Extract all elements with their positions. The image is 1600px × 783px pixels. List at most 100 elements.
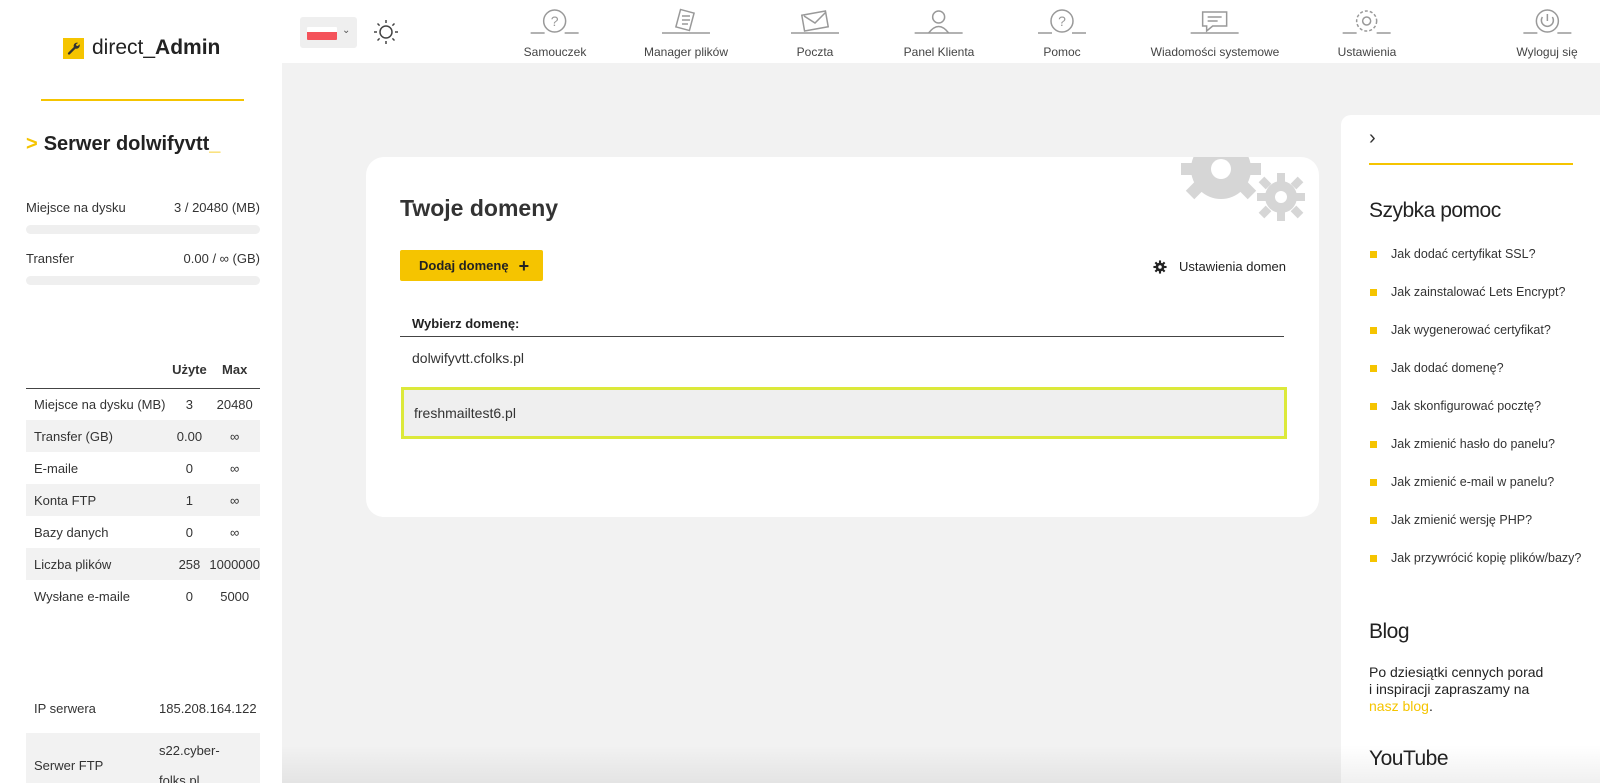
list-item[interactable]: Jak zainstalować Lets Encrypt?	[1369, 285, 1581, 323]
domains-card: Twoje domeny Dodaj domenę + Ustawienia d…	[366, 157, 1319, 517]
help-link[interactable]: Jak dodać certyfikat SSL?	[1391, 247, 1536, 261]
server-info-table: IP serwera 185.208.164.122 Serwer FTP s2…	[26, 700, 260, 783]
nav-client-panel[interactable]: Panel Klienta	[904, 8, 974, 59]
nav-mail[interactable]: Poczta	[787, 8, 843, 59]
help-link[interactable]: Jak skonfigurować pocztę?	[1391, 399, 1541, 413]
add-domain-button[interactable]: Dodaj domenę +	[400, 250, 544, 281]
blog-text-line2: i inspiracji zapraszamy na	[1369, 681, 1530, 697]
transfer-stat: Transfer 0.00 / ∞ (GB)	[26, 251, 260, 285]
bullet-icon	[1370, 403, 1377, 410]
usage-used: 258	[169, 548, 210, 580]
table-row: Konta FTP 1 ∞	[26, 484, 260, 516]
usage-label: Transfer (GB)	[26, 420, 170, 452]
gear-icon	[1153, 259, 1167, 274]
nav-help[interactable]: ? Pomoc	[1034, 8, 1090, 59]
poland-flag-icon	[307, 27, 337, 40]
usage-used: 0	[185, 524, 194, 540]
list-item[interactable]: Jak dodać domenę?	[1369, 361, 1581, 399]
help-link[interactable]: Jak dodać domenę?	[1391, 361, 1504, 375]
server-ip-value: 185.208.164.122	[159, 700, 257, 716]
list-item[interactable]: freshmailtest6.pl	[401, 387, 1287, 439]
table-row: Transfer (GB) 0.00 ∞	[26, 420, 260, 452]
nav-help-label: Pomoc	[1043, 45, 1081, 59]
list-item[interactable]: Jak dodać certyfikat SSL?	[1369, 247, 1581, 285]
usage-max: ∞	[209, 420, 260, 452]
blog-text: Po dziesiątki cennych porad i inspiracji…	[1369, 664, 1594, 715]
list-item[interactable]: Jak zmienić e-mail w panelu?	[1369, 475, 1581, 513]
gears-icon	[1181, 157, 1305, 221]
blog-text-suffix: .	[1428, 698, 1433, 714]
theme-toggle-sun-icon[interactable]	[372, 18, 400, 46]
disk-stat-value: 3 / 20480 (MB)	[174, 200, 260, 215]
svg-text:?: ?	[1058, 13, 1066, 29]
usage-used: 1	[169, 484, 210, 516]
client-panel-icon	[915, 10, 963, 34]
help-link[interactable]: Jak zainstalować Lets Encrypt?	[1391, 285, 1565, 299]
chevron-down-icon: ⌄	[342, 25, 351, 36]
usage-label: Liczba plików	[26, 548, 170, 580]
usage-used: 0	[185, 588, 194, 604]
usage-used: 0	[185, 460, 194, 476]
panel-collapse-chevron-icon[interactable]: ›	[1369, 127, 1376, 150]
domain-settings-label: Ustawienia domen	[1179, 259, 1286, 274]
server-cursor: _	[209, 133, 221, 155]
help-link[interactable]: Jak zmienić e-mail w panelu?	[1391, 475, 1554, 489]
nav-system-messages[interactable]: Wiadomości systemowe	[1151, 8, 1279, 59]
server-arrow-icon: >	[26, 133, 38, 155]
domain-settings-link[interactable]: Ustawienia domen	[1153, 259, 1286, 274]
usage-label: Konta FTP	[26, 484, 170, 516]
system-messages-icon	[1190, 11, 1239, 34]
nav-settings[interactable]: Ustawienia	[1337, 8, 1397, 59]
usage-label: E-maile	[34, 460, 79, 476]
help-link[interactable]: Jak wygenerować certyfikat?	[1391, 323, 1551, 337]
list-item[interactable]: Jak wygenerować certyfikat?	[1369, 323, 1581, 361]
youtube-title: YouTube	[1369, 747, 1449, 770]
table-row: Serwer FTP s22.cyber-folks.pl	[26, 733, 260, 783]
list-item[interactable]: Jak przywrócić kopię plików/bazy?	[1369, 551, 1581, 589]
list-item[interactable]: dolwifyvtt.cfolks.pl	[400, 338, 1284, 378]
help-link[interactable]: Jak zmienić hasło do panelu?	[1391, 437, 1555, 451]
usage-max: 20480	[216, 396, 253, 412]
table-row: Wysłane e-maile 0 5000	[26, 580, 260, 612]
nav-file-manager[interactable]: Manager plików	[644, 8, 728, 59]
logo-divider	[41, 99, 244, 101]
sidebar: direct_Admin > Serwer dolwifyvtt_ Miejsce…	[0, 0, 282, 783]
list-item[interactable]: Jak zmienić hasło do panelu?	[1369, 437, 1581, 475]
nav-tutorial[interactable]: ? Samouczek	[523, 8, 587, 59]
wrench-icon	[63, 37, 84, 59]
table-row: Miejsce na dysku (MB) 3 20480	[26, 388, 260, 420]
bullet-icon	[1370, 479, 1377, 486]
transfer-progress-bar	[26, 276, 260, 285]
logo[interactable]: direct_Admin	[63, 36, 220, 60]
list-item[interactable]: Jak zmienić wersję PHP?	[1369, 513, 1581, 551]
help-icon: ?	[1038, 9, 1086, 34]
nav-settings-label: Ustawienia	[1337, 45, 1397, 59]
usage-header-max: Max	[209, 352, 260, 389]
language-selector[interactable]: ⌄	[300, 17, 357, 48]
usage-max: 5000	[220, 588, 250, 604]
blog-text-line1: Po dziesiątki cennych porad	[1369, 664, 1544, 680]
usage-used: 0.00	[169, 420, 210, 452]
help-link[interactable]: Jak przywrócić kopię plików/bazy?	[1391, 551, 1581, 565]
page-title: Twoje domeny	[400, 195, 559, 221]
nav-logout-label: Wyloguj się	[1516, 45, 1578, 59]
usage-max: 1000000	[209, 548, 260, 580]
blog-link[interactable]: nasz blog	[1369, 698, 1429, 714]
panel-divider	[1369, 163, 1573, 165]
bullet-icon	[1370, 289, 1377, 296]
usage-table: Użyte Max Miejsce na dysku (MB) 3 20480 Tr…	[26, 352, 260, 612]
logo-text-bold: Admin	[155, 36, 221, 59]
tutorial-icon: ?	[530, 9, 579, 34]
list-item[interactable]: Jak skonfigurować pocztę?	[1369, 399, 1581, 437]
usage-label: Wysłane e-maile	[34, 588, 130, 604]
nav-logout[interactable]: Wyloguj się	[1516, 8, 1578, 59]
nav-tutorial-label: Samouczek	[523, 45, 587, 59]
nav-file-manager-label: Manager plików	[643, 45, 729, 59]
nav-mail-label: Poczta	[796, 45, 834, 59]
settings-icon	[1342, 10, 1391, 34]
usage-label: Miejsce na dysku (MB)	[34, 396, 166, 412]
disk-progress-bar	[26, 225, 260, 234]
help-link[interactable]: Jak zmienić wersję PHP?	[1391, 513, 1532, 527]
usage-max: ∞	[230, 524, 240, 540]
top-bar: ⌄ ? Samouczek Manager plików Poczta Pane…	[282, 0, 1600, 63]
